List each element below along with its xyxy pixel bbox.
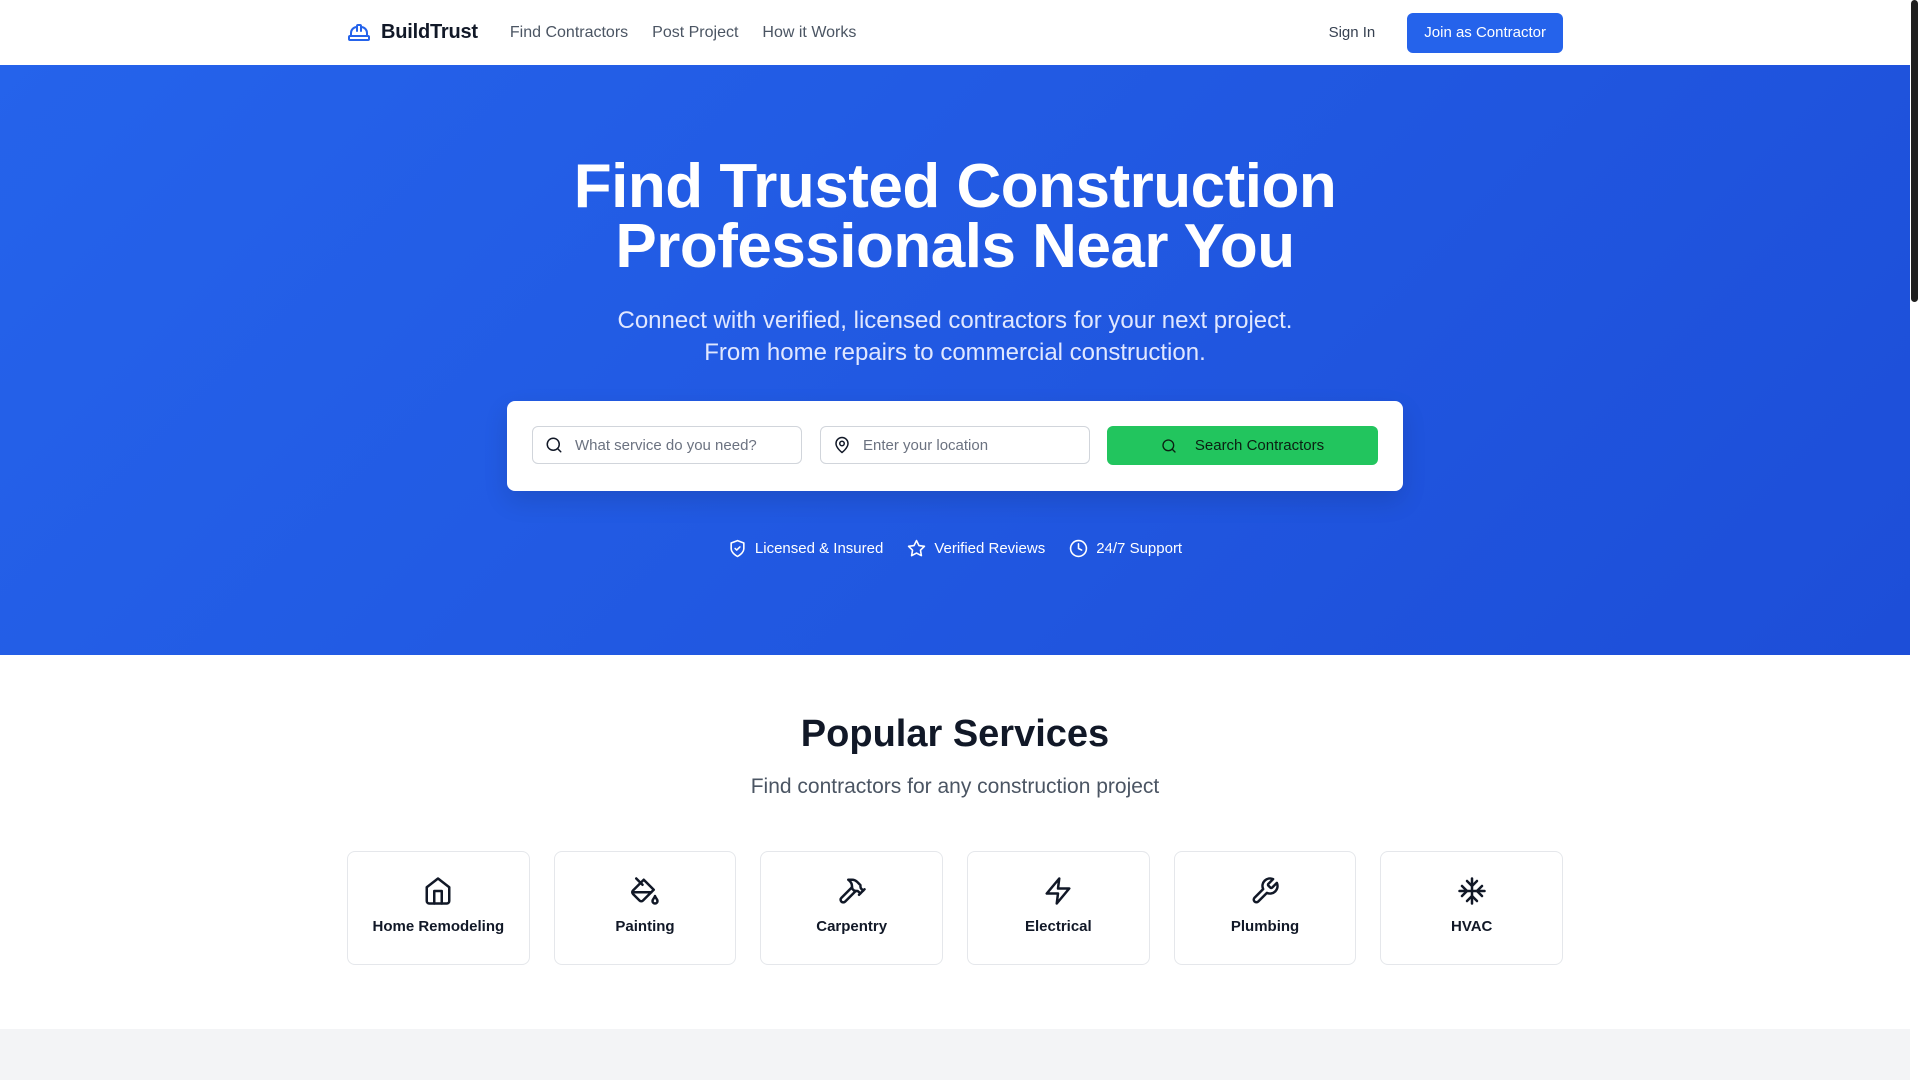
- hero-subtitle-line1: Connect with verified, licensed contract…: [617, 307, 1293, 334]
- next-section-band: [0, 1029, 1910, 1080]
- paint-bucket-icon: [630, 876, 660, 906]
- trust-badge-licensed: Licensed & Insured: [728, 539, 883, 558]
- service-card-label: Painting: [615, 918, 675, 935]
- hero-title: Find Trusted Construction Professionals …: [0, 156, 1910, 278]
- location-input[interactable]: [861, 435, 1075, 455]
- clock-icon: [1069, 539, 1088, 558]
- search-contractors-button[interactable]: Search Contractors: [1107, 426, 1378, 465]
- star-icon: [907, 539, 926, 558]
- service-card-carpentry[interactable]: Carpentry: [760, 851, 944, 965]
- service-card-home-remodeling[interactable]: Home Remodeling: [347, 851, 530, 965]
- location-field[interactable]: [820, 426, 1090, 464]
- brand-name: BuildTrust: [381, 21, 478, 43]
- service-search-input[interactable]: [573, 435, 787, 455]
- scrollbar-thumb[interactable]: [1911, 0, 1918, 302]
- service-card-hvac[interactable]: HVAC: [1380, 851, 1564, 965]
- trust-badge-reviews: Verified Reviews: [907, 539, 1045, 558]
- search-icon: [1161, 438, 1177, 454]
- service-card-label: Carpentry: [816, 918, 888, 935]
- hero-title-line2: Professionals Near You: [615, 212, 1295, 281]
- nav-post-project[interactable]: Post Project: [652, 24, 738, 42]
- brand-logo-link[interactable]: BuildTrust: [347, 21, 478, 45]
- map-pin-icon: [833, 436, 851, 454]
- sign-in-link[interactable]: Sign In: [1329, 24, 1376, 41]
- nav-how-it-works[interactable]: How it Works: [762, 24, 856, 42]
- join-as-contractor-button[interactable]: Join as Contractor: [1407, 12, 1563, 53]
- hero-section: Find Trusted Construction Professionals …: [0, 65, 1910, 655]
- service-card-plumbing[interactable]: Plumbing: [1173, 851, 1357, 965]
- services-grid: Home Remodeling Painting Carpentry Elect…: [347, 851, 1564, 965]
- hard-hat-icon: [347, 21, 371, 45]
- hero-subtitle: Connect with verified, licensed contract…: [0, 305, 1910, 369]
- service-card-label: Plumbing: [1230, 918, 1300, 935]
- trust-badges: Licensed & Insured Verified Reviews 24/7…: [0, 539, 1910, 558]
- hero-title-line1: Find Trusted Construction: [573, 152, 1337, 221]
- search-icon: [545, 436, 563, 454]
- search-button-label: Search Contractors: [1194, 437, 1325, 454]
- lightning-icon: [1043, 876, 1073, 906]
- trust-badge-support: 24/7 Support: [1069, 539, 1182, 558]
- trust-badge-label: Verified Reviews: [934, 540, 1046, 557]
- main-nav: Find Contractors Post Project How it Wor…: [510, 24, 856, 42]
- service-card-electrical[interactable]: Electrical: [967, 851, 1150, 965]
- services-subtitle: Find contractors for any construction pr…: [750, 775, 1160, 798]
- service-field[interactable]: [532, 426, 802, 464]
- service-card-label: Electrical: [1024, 918, 1092, 935]
- search-panel: Search Contractors: [507, 401, 1403, 491]
- snowflake-icon: [1457, 876, 1487, 906]
- services-title: Popular Services: [800, 713, 1110, 755]
- service-card-painting[interactable]: Painting: [553, 851, 737, 965]
- top-navbar: BuildTrust Find Contractors Post Project…: [0, 0, 1910, 66]
- hero-subtitle-line2: From home repairs to commercial construc…: [704, 339, 1206, 366]
- page-scrollbar[interactable]: [1910, 0, 1920, 1080]
- shield-check-icon: [728, 539, 747, 558]
- hammer-icon: [837, 876, 867, 906]
- service-card-label: HVAC: [1451, 918, 1493, 935]
- home-icon: [423, 876, 453, 906]
- navbar-container: BuildTrust Find Contractors Post Project…: [347, 0, 1563, 65]
- header-actions: Sign In Join as Contractor: [1329, 12, 1563, 53]
- trust-badge-label: 24/7 Support: [1096, 540, 1183, 557]
- service-card-label: Home Remodeling: [372, 918, 505, 935]
- trust-badge-label: Licensed & Insured: [754, 540, 884, 557]
- wrench-icon: [1250, 876, 1280, 906]
- nav-find-contractors[interactable]: Find Contractors: [510, 24, 628, 42]
